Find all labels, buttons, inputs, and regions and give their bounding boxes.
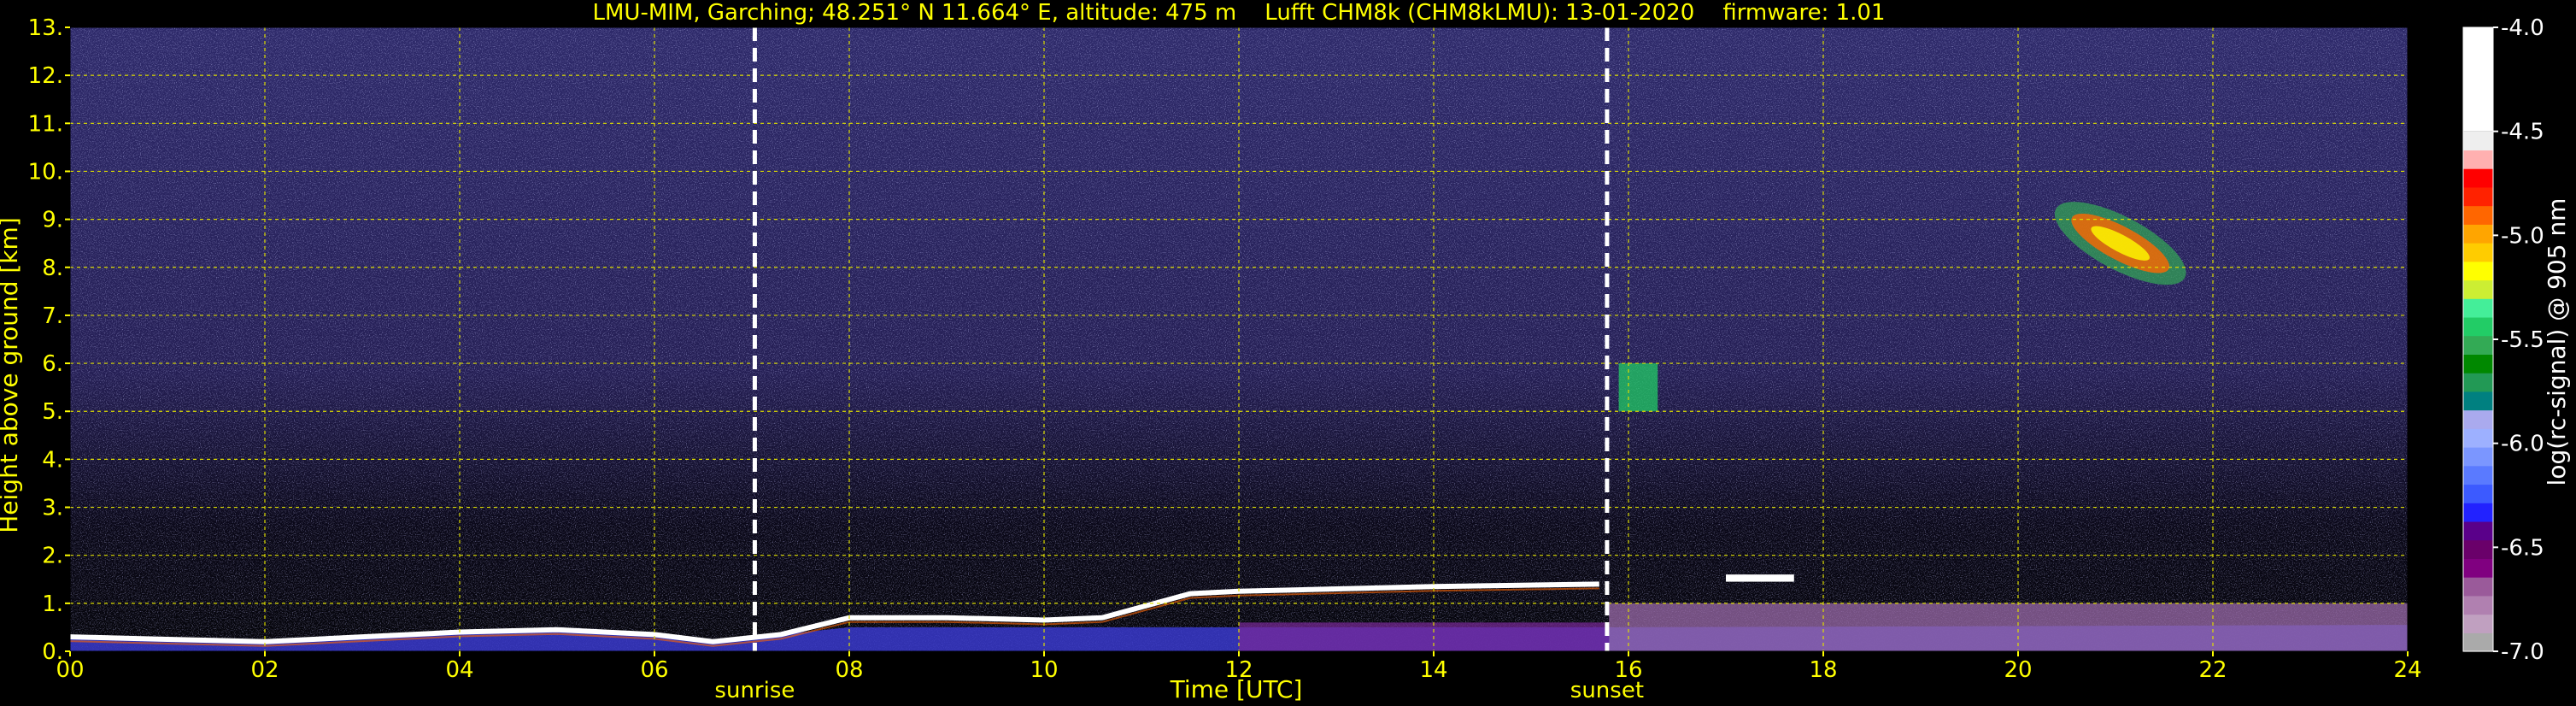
colorbar-segment bbox=[2463, 131, 2493, 150]
colorbar-segment bbox=[2463, 224, 2493, 244]
colorbar-segment bbox=[2463, 428, 2493, 448]
colorbar-tick-label: -6.5 bbox=[2501, 535, 2544, 561]
x-tick-label: 18 bbox=[1809, 657, 1837, 683]
colorbar-segment bbox=[2463, 335, 2493, 355]
y-tick-label: 9. bbox=[42, 208, 63, 233]
colorbar-segment bbox=[2463, 298, 2493, 318]
colorbar-segment bbox=[2463, 391, 2493, 411]
y-tick-label: 4. bbox=[42, 447, 63, 473]
colorbar-tick-label: -7.0 bbox=[2501, 639, 2544, 665]
colorbar-segment bbox=[2463, 243, 2493, 262]
colorbar-segment bbox=[2463, 521, 2493, 541]
x-tick-label: 06 bbox=[640, 657, 668, 683]
y-tick-label: 6. bbox=[42, 351, 63, 377]
x-axis-label: Time [UTC] bbox=[1170, 675, 1303, 703]
x-tick-label: 04 bbox=[445, 657, 473, 683]
ceilometer-chart: LMU-MIM, Garching; 48.251° N 11.664° E, … bbox=[0, 0, 2571, 703]
colorbar-segment bbox=[2463, 27, 2493, 132]
y-tick-label: 12. bbox=[28, 63, 63, 89]
colorbar-segment bbox=[2463, 261, 2493, 281]
colorbar-tick-label: -4.0 bbox=[2501, 15, 2544, 41]
afternoon-aerosol-layer bbox=[1239, 622, 1610, 651]
colorbar-segment bbox=[2463, 279, 2493, 299]
x-tick-label: 10 bbox=[1030, 657, 1058, 683]
y-axis-label: Height above ground [km] bbox=[0, 217, 23, 533]
colorbar: -7.0 -6.5 -6.0 -5.5 -5.0 -4.5 -4.0 bbox=[2462, 15, 2544, 665]
x-tick-label: 08 bbox=[835, 657, 863, 683]
colorbar-tick-label: -4.5 bbox=[2501, 120, 2544, 145]
colorbar-segment bbox=[2463, 150, 2493, 169]
colorbar-segment bbox=[2463, 447, 2493, 467]
colorbar-segment bbox=[2463, 205, 2493, 225]
colorbar-segment bbox=[2463, 409, 2493, 429]
y-tick-label: 7. bbox=[42, 303, 63, 329]
night-aerosol-layer bbox=[1609, 603, 2408, 651]
y-tick-label: 11. bbox=[28, 111, 63, 137]
y-tick-label: 1. bbox=[42, 591, 63, 617]
colorbar-tick-label: -6.0 bbox=[2501, 432, 2544, 457]
plot-noise bbox=[70, 27, 2408, 651]
y-tick-label: 10. bbox=[28, 159, 63, 185]
colorbar-segment bbox=[2463, 186, 2493, 207]
colorbar-segment bbox=[2463, 465, 2493, 485]
y-tick-label: 3. bbox=[42, 496, 63, 521]
colorbar-segment bbox=[2463, 558, 2493, 578]
plot-area bbox=[69, 26, 2409, 652]
cloud-16h bbox=[1618, 363, 1658, 412]
colorbar-segment bbox=[2463, 503, 2493, 522]
cloud-17h bbox=[1726, 574, 1794, 582]
colorbar-segment bbox=[2463, 539, 2493, 559]
colorbar-label: log(rc-signal) @ 905 nm bbox=[2543, 198, 2571, 486]
colorbar-segment bbox=[2463, 373, 2493, 392]
x-tick-label: 14 bbox=[1419, 657, 1447, 683]
x-tick-label: 20 bbox=[2004, 657, 2032, 683]
y-axis: 0.1.2.3.4.5.6.7.8.9.10.11.12.13. bbox=[28, 15, 70, 665]
colorbar-segment bbox=[2463, 316, 2493, 337]
colorbar-tick-label: -5.5 bbox=[2501, 327, 2544, 353]
colorbar-segment bbox=[2463, 595, 2493, 615]
y-tick-label: 8. bbox=[42, 256, 63, 281]
marker-label-sunrise: sunrise bbox=[714, 678, 795, 703]
x-tick-label: 22 bbox=[2198, 657, 2227, 683]
y-tick-label: 5. bbox=[42, 399, 63, 425]
colorbar-segment bbox=[2463, 577, 2493, 597]
colorbar-segment bbox=[2463, 632, 2493, 652]
marker-label-sunset: sunset bbox=[1570, 678, 1644, 703]
colorbar-tick-label: -5.0 bbox=[2501, 223, 2544, 249]
colorbar-segment bbox=[2463, 168, 2493, 188]
x-tick-label: 24 bbox=[2393, 657, 2421, 683]
y-tick-label: 2. bbox=[42, 544, 63, 569]
chart-title: LMU-MIM, Garching; 48.251° N 11.664° E, … bbox=[593, 0, 1886, 26]
y-tick-label: 13. bbox=[28, 15, 63, 41]
colorbar-segment bbox=[2463, 614, 2493, 633]
colorbar-segment bbox=[2463, 484, 2493, 503]
colorbar-segment bbox=[2463, 354, 2493, 374]
x-tick-label: 00 bbox=[56, 657, 84, 683]
x-tick-label: 02 bbox=[250, 657, 279, 683]
